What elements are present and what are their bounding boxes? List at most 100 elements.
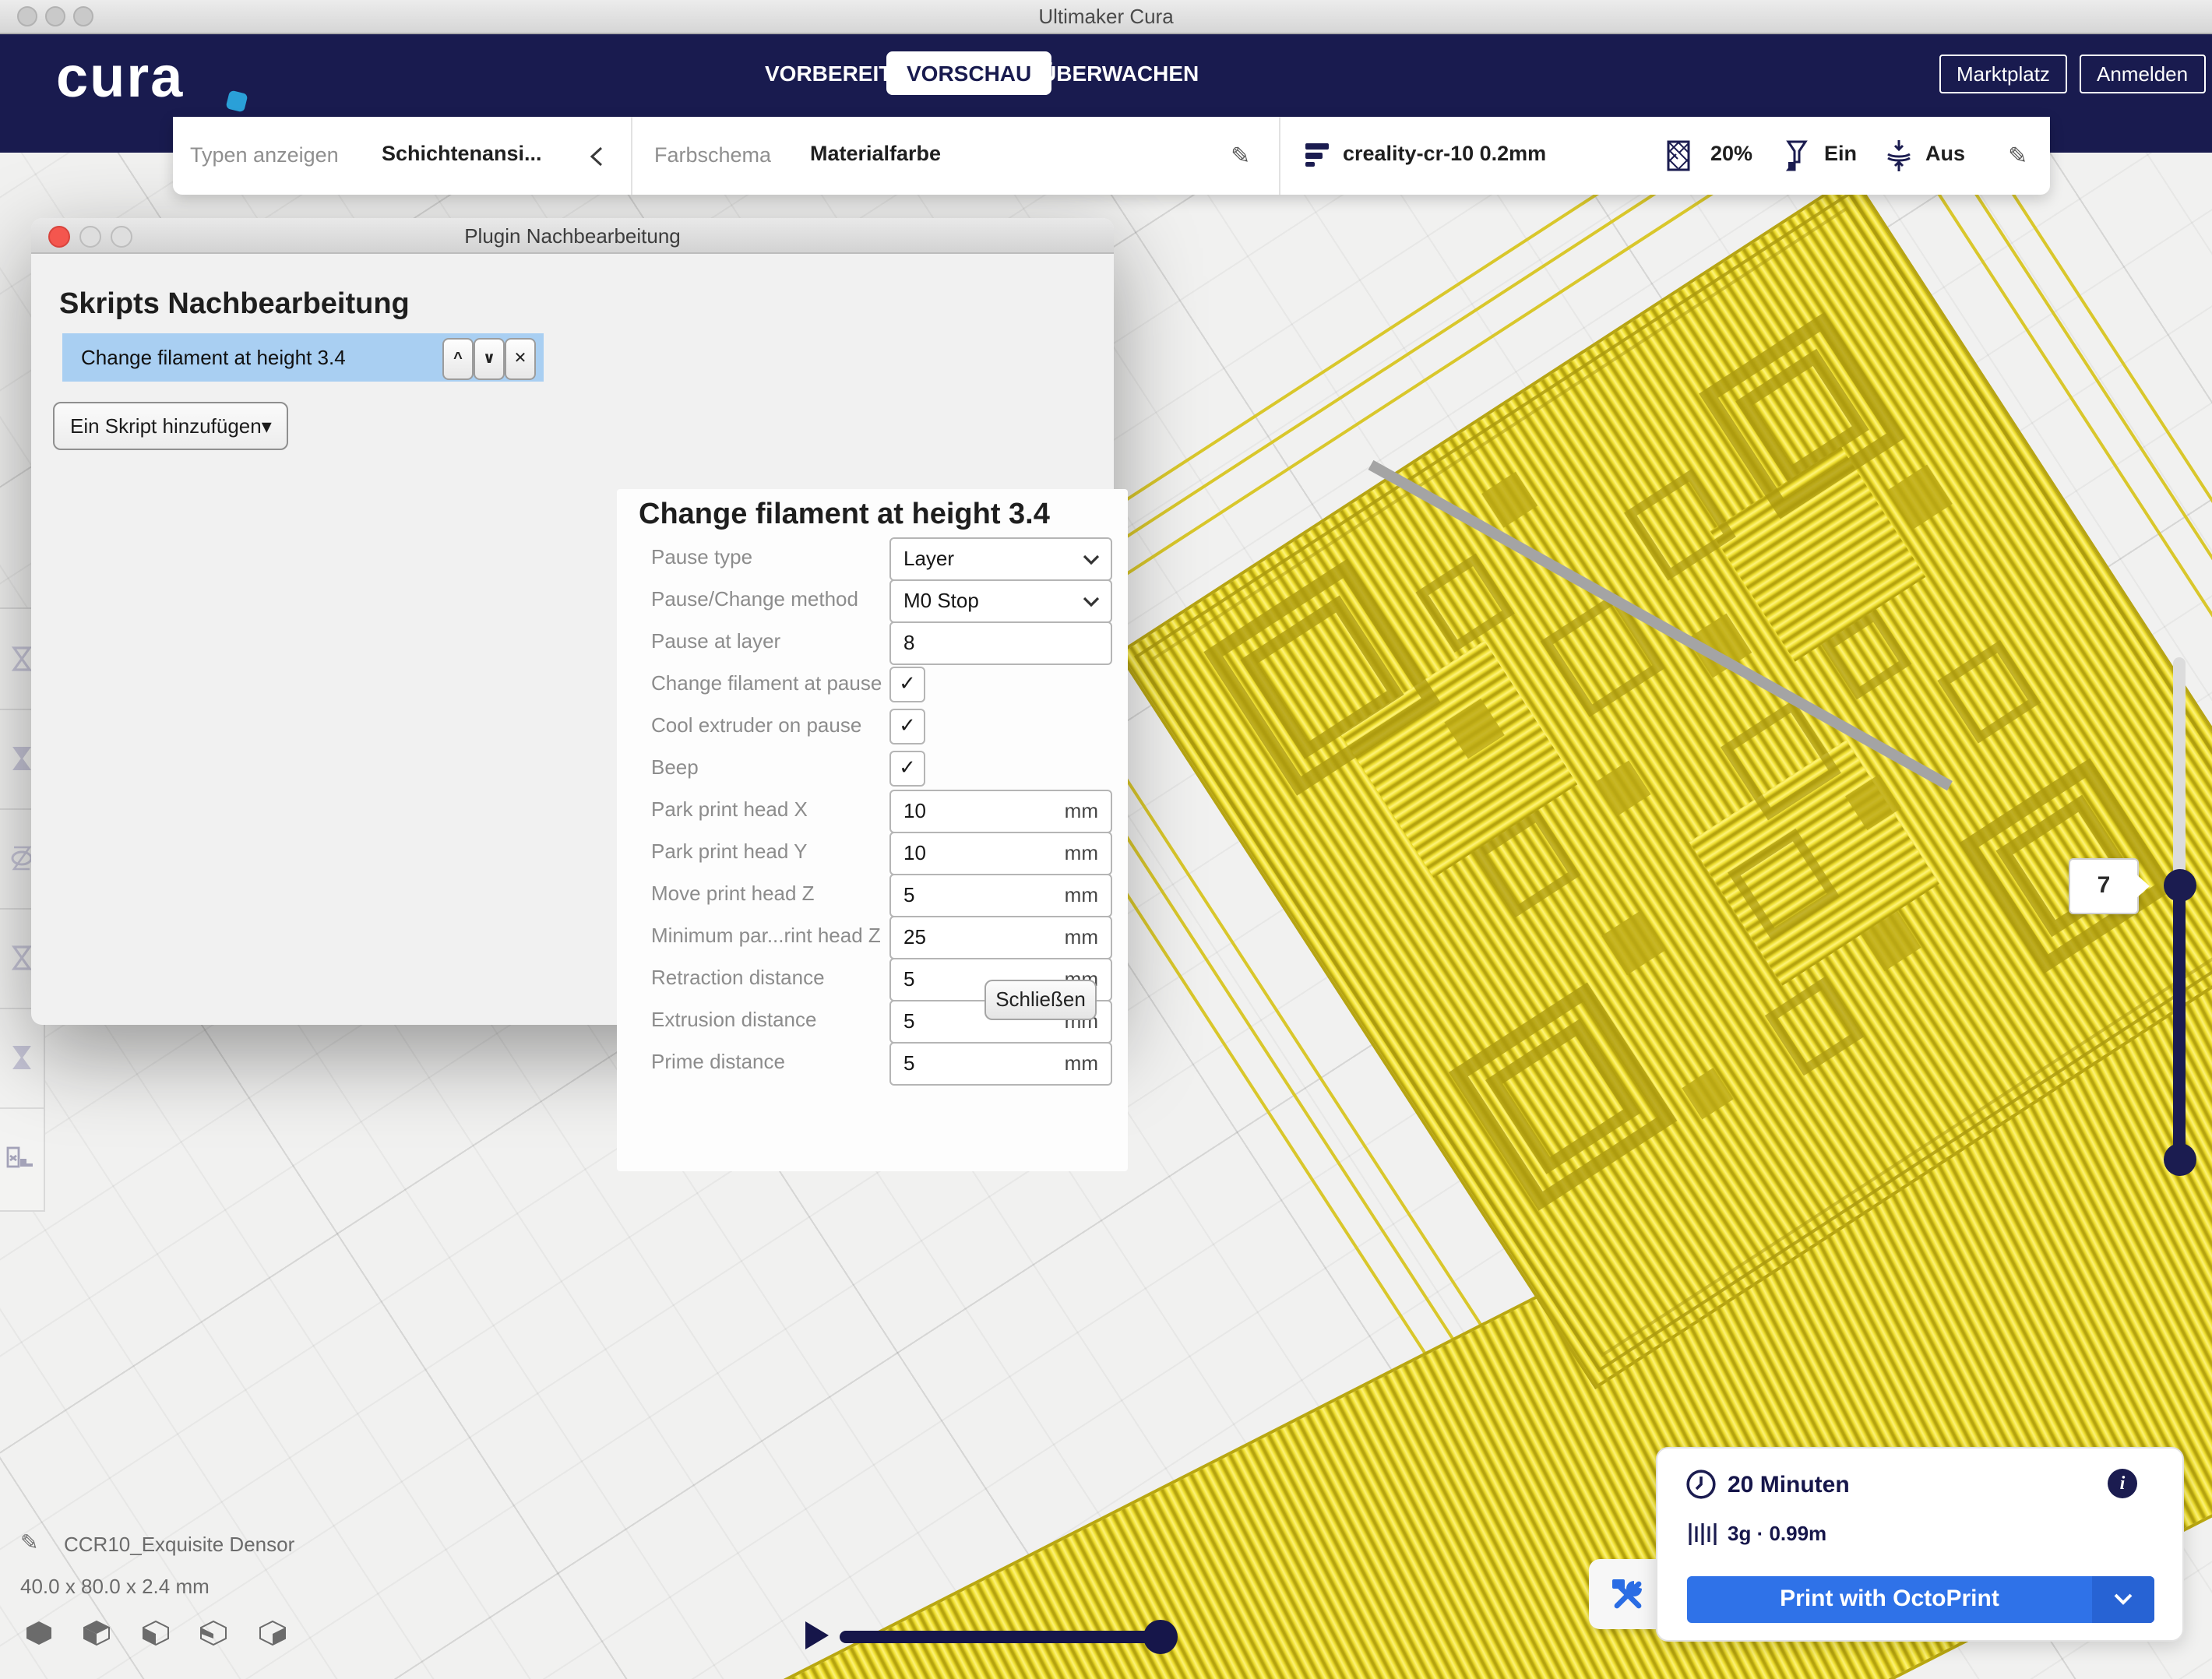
view-right-icon[interactable] bbox=[259, 1620, 287, 1654]
material-usage-estimate: 3g · 0.99m bbox=[1728, 1522, 1826, 1545]
change-filament-checkbox[interactable]: ✓ bbox=[889, 667, 925, 702]
model-name: CCR10_Exquisite Densor bbox=[64, 1533, 294, 1556]
current-layer-tooltip: 7 bbox=[2069, 858, 2139, 914]
marketplace-button[interactable]: Marktplatz bbox=[1939, 55, 2067, 93]
close-button[interactable]: Schließen bbox=[984, 980, 1097, 1020]
view-type-label: Typen anzeigen bbox=[190, 143, 339, 167]
dialog-titlebar[interactable]: Plugin Nachbearbeitung bbox=[31, 218, 1114, 254]
input-value: 5 bbox=[903, 1001, 914, 1042]
input-value: 10 bbox=[903, 791, 926, 832]
layer-slider-top-handle[interactable] bbox=[2164, 869, 2196, 902]
field-label: Pause at layer bbox=[651, 629, 780, 653]
input-value: 5 bbox=[903, 875, 914, 916]
chevron-left-icon[interactable] bbox=[590, 146, 603, 167]
color-scheme-select[interactable]: Materialfarbe bbox=[810, 142, 941, 165]
move-script-up-button[interactable]: ^ bbox=[442, 338, 474, 380]
playback-slider[interactable] bbox=[840, 1631, 1162, 1643]
field-label: Extrusion distance bbox=[651, 1008, 816, 1031]
layer-slider-bottom-handle[interactable] bbox=[2164, 1143, 2196, 1176]
print-time-estimate: 20 Minuten bbox=[1728, 1472, 1850, 1498]
min-park-z-input[interactable]: 25 mm bbox=[889, 916, 1112, 959]
cool-extruder-checkbox[interactable]: ✓ bbox=[889, 709, 925, 744]
field-label: Pause type bbox=[651, 545, 752, 568]
move-z-input[interactable]: 5 mm bbox=[889, 874, 1112, 917]
scripts-panel-heading: Skripts Nachbearbeitung bbox=[59, 288, 410, 322]
view-front-icon[interactable] bbox=[83, 1620, 111, 1654]
view-3d-icon[interactable] bbox=[25, 1620, 53, 1654]
cura-logo: cura bbox=[56, 45, 184, 111]
input-value: 5 bbox=[903, 959, 914, 1000]
view-left-icon[interactable] bbox=[200, 1620, 228, 1654]
field-label: Beep bbox=[651, 755, 699, 779]
layers-profile-icon bbox=[1305, 142, 1332, 170]
edit-print-setup-pencil-icon[interactable]: ✎ bbox=[2008, 142, 2027, 170]
check-icon: ✓ bbox=[899, 713, 916, 737]
hammer-wrench-icon bbox=[1610, 1577, 1647, 1611]
clock-icon bbox=[1685, 1469, 1717, 1500]
print-button-label: Print with OctoPrint bbox=[1687, 1576, 2092, 1623]
chevron-down-icon bbox=[1083, 554, 1100, 565]
print-options-dropdown[interactable] bbox=[2092, 1576, 2154, 1623]
adhesion-icon bbox=[1886, 139, 1911, 173]
sign-in-button[interactable]: Anmelden bbox=[2080, 55, 2205, 93]
support-value[interactable]: Ein bbox=[1824, 142, 1857, 165]
field-label: Cool extruder on pause bbox=[651, 713, 861, 737]
input-value: 8 bbox=[903, 623, 914, 664]
input-unit: mm bbox=[1065, 875, 1098, 916]
print-button[interactable]: Print with OctoPrint bbox=[1687, 1576, 2154, 1623]
chevron-down-icon bbox=[1083, 597, 1100, 607]
view-type-select[interactable]: Schichtenansi... bbox=[382, 142, 542, 165]
pause-type-select[interactable]: Layer bbox=[889, 537, 1112, 581]
cura-logo-dot bbox=[225, 90, 248, 112]
selected-script-name: Change filament at height 3.4 bbox=[81, 346, 346, 369]
check-icon: ✓ bbox=[899, 755, 916, 779]
layer-slider-upper-track[interactable] bbox=[2173, 657, 2186, 885]
view-top-icon[interactable] bbox=[142, 1620, 170, 1654]
script-settings-panel: Change filament at height 3.4 Pause type… bbox=[617, 489, 1128, 1171]
color-scheme-label: Farbschema bbox=[654, 143, 771, 167]
view-options-toolbar: Typen anzeigen Schichtenansi... Farbsche… bbox=[173, 117, 2050, 195]
post-processing-dialog: Plugin Nachbearbeitung Skripts Nachbearb… bbox=[31, 218, 1114, 1025]
selected-script-row[interactable]: Change filament at height 3.4 ^ ∨ ✕ bbox=[62, 333, 544, 382]
beep-checkbox[interactable]: ✓ bbox=[889, 751, 925, 787]
pause-method-select[interactable]: M0 Stop bbox=[889, 579, 1112, 623]
rename-pencil-icon[interactable]: ✎ bbox=[20, 1529, 38, 1556]
edit-color-scheme-pencil-icon[interactable]: ✎ bbox=[1231, 142, 1250, 170]
adhesion-value[interactable]: Aus bbox=[1925, 142, 1965, 165]
pause-at-layer-input[interactable]: 8 bbox=[889, 621, 1112, 665]
tool-support-blocker-icon[interactable] bbox=[0, 1107, 44, 1209]
script-settings-heading: Change filament at height 3.4 bbox=[639, 498, 1050, 533]
info-icon[interactable]: i bbox=[2108, 1469, 2137, 1498]
input-unit: mm bbox=[1065, 1044, 1098, 1084]
printer-profile-value[interactable]: creality-cr-10 0.2mm bbox=[1343, 142, 1546, 165]
field-label: Pause/Change method bbox=[651, 587, 858, 611]
select-value: M0 Stop bbox=[903, 581, 979, 621]
field-label: Prime distance bbox=[651, 1050, 785, 1073]
field-label: Park print head Y bbox=[651, 840, 807, 863]
support-icon bbox=[1784, 140, 1810, 171]
dialog-title: Plugin Nachbearbeitung bbox=[31, 224, 1114, 248]
dropdown-caret-icon: ▾ bbox=[262, 414, 272, 438]
input-unit: mm bbox=[1065, 791, 1098, 832]
check-icon: ✓ bbox=[899, 671, 916, 695]
field-label: Minimum par...rint head Z bbox=[651, 924, 881, 947]
add-script-button[interactable]: Ein Skript hinzufügen▾ bbox=[53, 402, 289, 450]
input-value: 5 bbox=[903, 1044, 914, 1084]
layer-slider-range-track[interactable] bbox=[2173, 872, 2186, 1168]
move-script-down-button[interactable]: ∨ bbox=[474, 338, 505, 380]
park-x-input[interactable]: 10 mm bbox=[889, 790, 1112, 833]
input-value: 10 bbox=[903, 833, 926, 874]
model-dimensions: 40.0 x 80.0 x 2.4 mm bbox=[20, 1575, 210, 1598]
play-button[interactable] bbox=[805, 1621, 829, 1649]
playback-slider-handle[interactable] bbox=[1143, 1620, 1178, 1654]
window-title: Ultimaker Cura bbox=[0, 5, 2212, 28]
prime-distance-input[interactable]: 5 mm bbox=[889, 1042, 1112, 1086]
field-label: Retraction distance bbox=[651, 966, 825, 989]
park-y-input[interactable]: 10 mm bbox=[889, 832, 1112, 875]
window-titlebar[interactable]: Ultimaker Cura bbox=[0, 0, 2212, 34]
tab-ueberwachen[interactable]: ÜBERWACHEN bbox=[1020, 51, 1219, 95]
cura-app-window: 7 ✎ CCR10_Exquisite Densor 40.0 x 80.0 x… bbox=[0, 0, 2212, 1679]
field-label: Change filament at pause bbox=[651, 671, 882, 695]
infill-value[interactable]: 20% bbox=[1710, 142, 1752, 165]
remove-script-button[interactable]: ✕ bbox=[505, 338, 536, 380]
